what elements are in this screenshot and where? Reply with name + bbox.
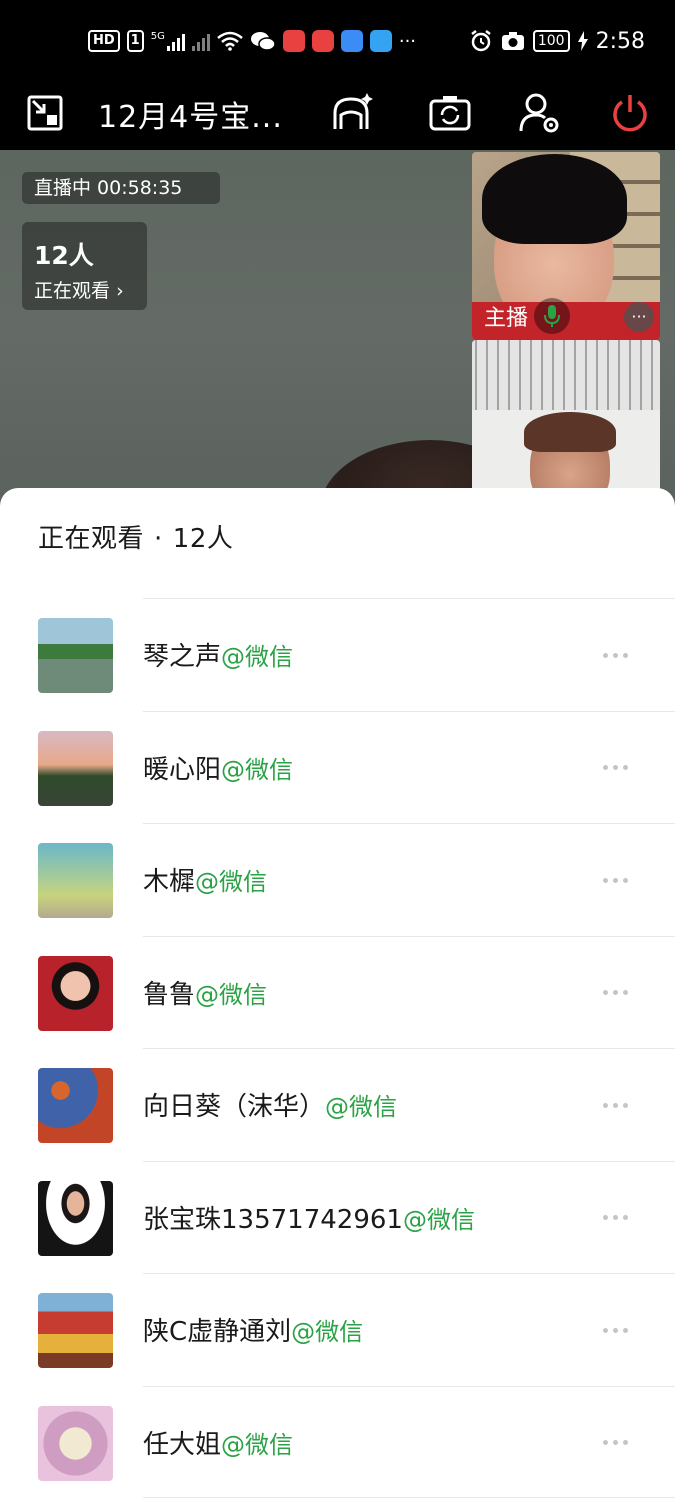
host-label: 主播 bbox=[484, 306, 529, 331]
sim-badge: 1 bbox=[126, 30, 144, 52]
microphone-icon bbox=[534, 298, 570, 334]
avatar[interactable] bbox=[38, 843, 113, 918]
viewer-name: 任大姐@微信 bbox=[143, 1429, 294, 1460]
status-bar: HD 1 5G ··· 100 2:58 bbox=[0, 0, 675, 82]
flip-camera-icon[interactable] bbox=[427, 90, 473, 136]
more-options-icon[interactable] bbox=[598, 638, 632, 672]
viewer-row[interactable]: 暖心阳@微信 bbox=[0, 710, 675, 824]
minimize-window-icon[interactable] bbox=[22, 90, 68, 136]
viewer-source: @微信 bbox=[221, 1430, 294, 1459]
viewer-watching-label: 正在观看 › bbox=[34, 280, 124, 302]
member-settings-icon[interactable] bbox=[517, 90, 563, 136]
more-notifications-icon: ··· bbox=[398, 30, 417, 52]
viewer-source: @微信 bbox=[221, 755, 294, 784]
viewer-count-button[interactable]: 12人 正在观看 › bbox=[22, 222, 147, 310]
viewer-name: 向日葵（沫华）@微信 bbox=[143, 1092, 398, 1122]
more-options-icon[interactable] bbox=[598, 751, 632, 785]
host-video-tile[interactable]: 主播 ··· bbox=[472, 152, 660, 340]
viewer-count: 12人 bbox=[34, 241, 94, 270]
live-title: 12月4号宝... bbox=[98, 100, 283, 135]
search-app-icon bbox=[369, 30, 392, 52]
avatar[interactable] bbox=[38, 618, 113, 693]
viewer-name: 木樨@微信 bbox=[143, 867, 268, 897]
viewer-name: 陕C虚静通刘@微信 bbox=[143, 1317, 364, 1347]
live-duration-chip: 直播中 00:58:35 bbox=[22, 172, 220, 204]
alarm-icon bbox=[471, 30, 491, 52]
chevron-right-icon: › bbox=[116, 280, 124, 302]
live-video[interactable]: 直播中 00:58:35 12人 正在观看 › 主播 ··· bbox=[0, 150, 675, 510]
status-time: 2:58 bbox=[595, 28, 645, 54]
viewer-row[interactable]: 琴之声@微信 bbox=[0, 598, 675, 711]
viewer-row[interactable]: 张宝珠13571742961@微信 bbox=[0, 1160, 675, 1274]
more-options-icon[interactable] bbox=[598, 1088, 632, 1122]
viewer-source: @微信 bbox=[195, 980, 268, 1009]
signal-icon bbox=[191, 31, 210, 51]
more-options-icon[interactable] bbox=[598, 976, 632, 1010]
wechat-icon bbox=[250, 32, 276, 51]
app-heart-icon bbox=[311, 30, 334, 52]
more-options-icon[interactable] bbox=[598, 1426, 632, 1460]
avatar[interactable] bbox=[38, 1405, 113, 1481]
viewer-row[interactable]: 木樨@微信 bbox=[0, 823, 675, 936]
camera-status-icon bbox=[501, 32, 524, 50]
tile-more-icon[interactable]: ··· bbox=[624, 302, 654, 332]
viewer-list: 琴之声@微信 暖心阳@微信 木樨@微信鲁鲁@微信向日葵（沫华）@微信张宝珠13571… bbox=[0, 598, 675, 1498]
viewer-name: 暖心阳@微信 bbox=[143, 754, 294, 785]
avatar[interactable] bbox=[38, 730, 113, 806]
viewers-sheet: 正在观看 · 12人 琴之声@微信 暖心阳@微信 木樨@微信鲁鲁@微信向日葵（沫华）@微… bbox=[0, 488, 675, 1500]
viewer-source: @微信 bbox=[325, 1093, 398, 1121]
viewer-source: @微信 bbox=[402, 1205, 475, 1234]
sheet-title: 正在观看 · 12人 bbox=[38, 524, 234, 554]
hd-badge: HD bbox=[88, 30, 120, 52]
status-right-icons: 100 2:58 bbox=[469, 26, 645, 56]
viewer-source: @微信 bbox=[195, 868, 268, 896]
cloud-app-icon bbox=[340, 30, 363, 52]
avatar[interactable] bbox=[38, 955, 113, 1031]
beauty-filter-icon[interactable] bbox=[328, 90, 374, 136]
signal-5g-icon: 5G bbox=[151, 31, 185, 51]
charging-icon bbox=[577, 31, 588, 51]
live-toolbar: 12月4号宝... bbox=[0, 82, 675, 150]
avatar[interactable] bbox=[38, 1180, 113, 1256]
network-label: 5G bbox=[150, 31, 165, 42]
app-red-icon bbox=[282, 30, 305, 52]
more-options-icon[interactable] bbox=[598, 1313, 632, 1347]
viewer-name: 张宝珠13571742961@微信 bbox=[143, 1204, 475, 1235]
viewer-source: @微信 bbox=[221, 643, 294, 671]
wifi-icon bbox=[217, 31, 243, 51]
more-options-icon[interactable] bbox=[598, 1201, 632, 1235]
viewer-row[interactable]: 鲁鲁@微信 bbox=[0, 935, 675, 1049]
viewer-source: @微信 bbox=[291, 1318, 364, 1346]
guest-hair bbox=[524, 412, 616, 452]
battery-icon: 100 bbox=[532, 30, 570, 52]
viewer-row[interactable]: 向日葵（沫华）@微信 bbox=[0, 1048, 675, 1161]
viewer-row[interactable]: 任大姐@微信 bbox=[0, 1385, 675, 1499]
power-icon[interactable] bbox=[607, 90, 653, 136]
guest-video-tile[interactable] bbox=[472, 340, 660, 510]
status-left-icons: HD 1 5G ··· bbox=[88, 26, 416, 56]
viewer-row[interactable]: 陕C虚静通刘@微信 bbox=[0, 1273, 675, 1386]
viewer-name: 鲁鲁@微信 bbox=[143, 979, 268, 1010]
viewer-name: 琴之声@微信 bbox=[143, 642, 294, 672]
avatar[interactable] bbox=[38, 1293, 113, 1368]
calligraphy-background bbox=[472, 340, 660, 410]
host-hair bbox=[482, 154, 627, 244]
avatar[interactable] bbox=[38, 1068, 113, 1143]
more-options-icon[interactable] bbox=[598, 863, 632, 897]
